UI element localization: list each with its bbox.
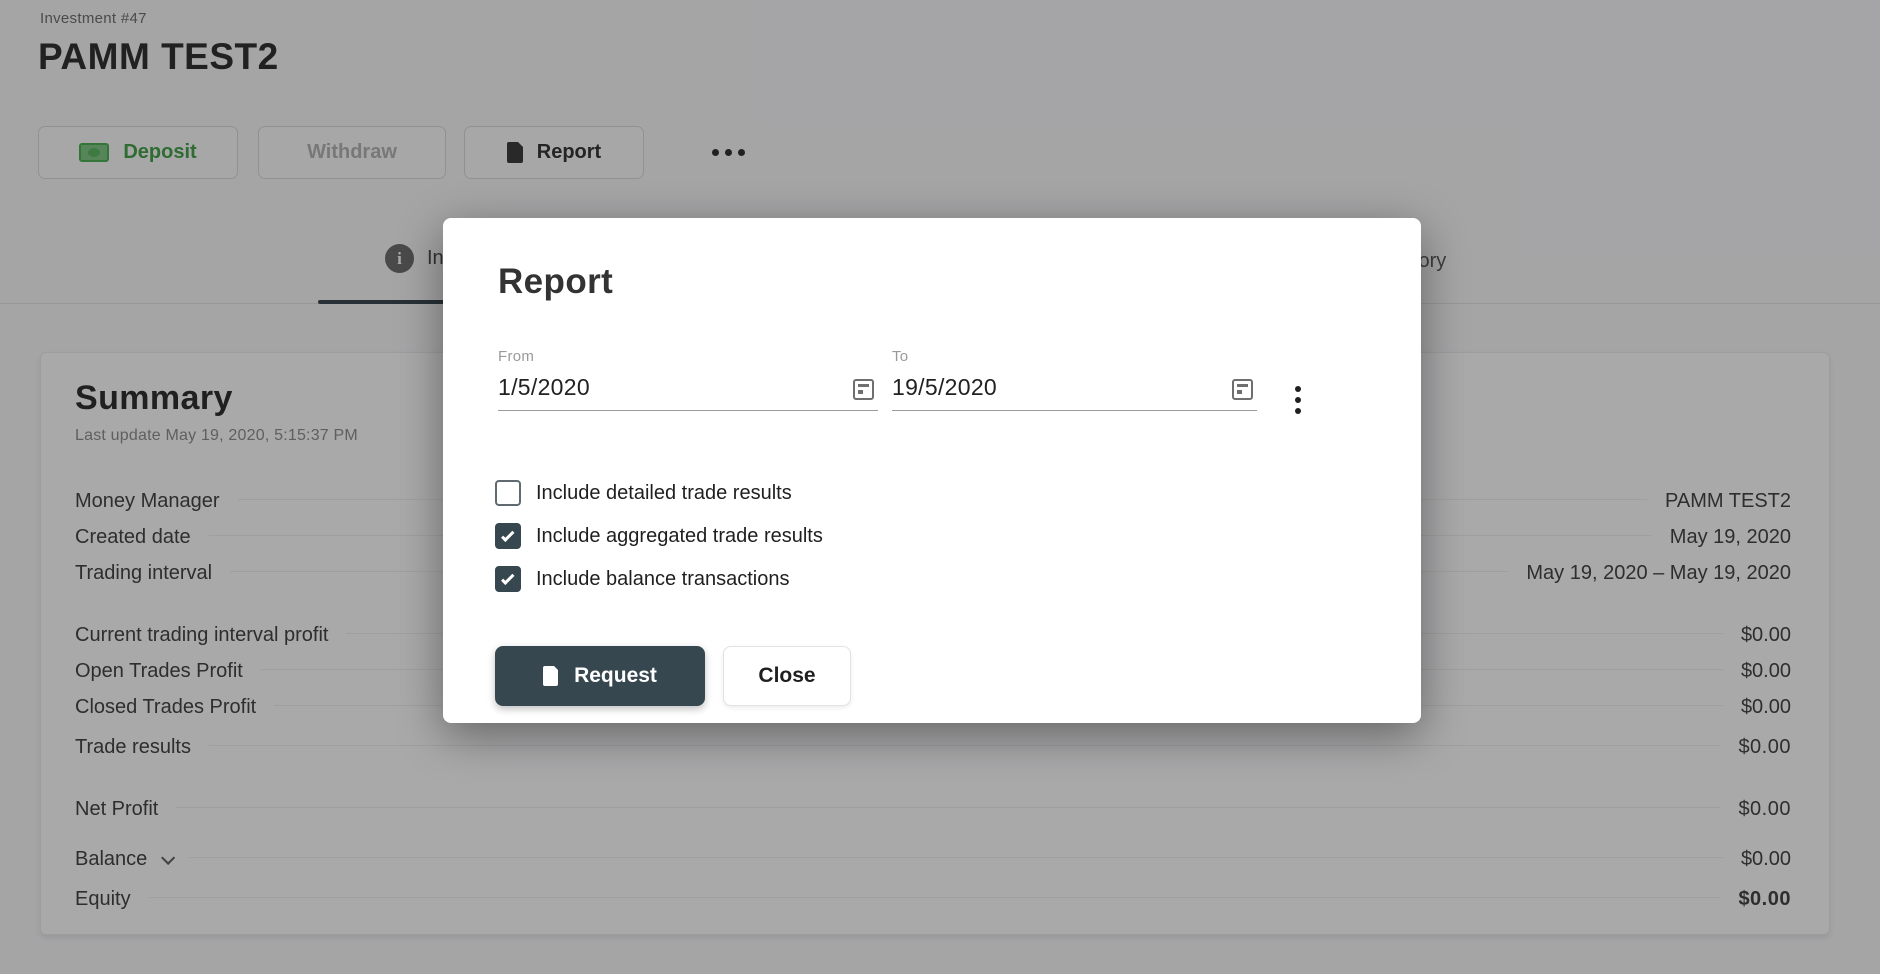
checkbox-label: Include aggregated trade results xyxy=(536,525,823,548)
date-range-fields: From 1/5/2020 To 19/5/2020 xyxy=(498,348,1309,418)
checkbox[interactable] xyxy=(495,523,521,549)
checkbox-aggregated-trade-results[interactable]: Include aggregated trade results xyxy=(495,523,823,549)
checkbox[interactable] xyxy=(495,480,521,506)
checkbox-balance-transactions[interactable]: Include balance transactions xyxy=(495,566,823,592)
to-date-field[interactable]: To 19/5/2020 xyxy=(892,348,1257,411)
checkbox-label: Include balance transactions xyxy=(536,568,790,591)
request-button[interactable]: Request xyxy=(495,646,705,706)
checkbox[interactable] xyxy=(495,566,521,592)
dialog-title: Report xyxy=(498,262,613,302)
to-date-value[interactable]: 19/5/2020 xyxy=(892,374,1257,401)
kebab-menu-icon[interactable] xyxy=(1287,382,1309,418)
checkmark-icon xyxy=(501,529,514,542)
from-date-field[interactable]: From 1/5/2020 xyxy=(498,348,878,411)
checkmark-icon xyxy=(501,572,514,585)
to-label: To xyxy=(892,348,1257,365)
report-options: Include detailed trade results Include a… xyxy=(495,480,823,592)
calendar-icon[interactable] xyxy=(853,379,874,400)
document-icon xyxy=(543,666,558,686)
report-dialog: Report From 1/5/2020 To 19/5/2020 Includ… xyxy=(443,218,1421,723)
close-button[interactable]: Close xyxy=(723,646,851,706)
checkbox-label: Include detailed trade results xyxy=(536,482,792,505)
from-label: From xyxy=(498,348,878,365)
dialog-actions: Request Close xyxy=(495,646,851,706)
from-date-value[interactable]: 1/5/2020 xyxy=(498,374,878,401)
request-button-label: Request xyxy=(574,664,657,688)
checkbox-detailed-trade-results[interactable]: Include detailed trade results xyxy=(495,480,823,506)
calendar-icon[interactable] xyxy=(1232,379,1253,400)
